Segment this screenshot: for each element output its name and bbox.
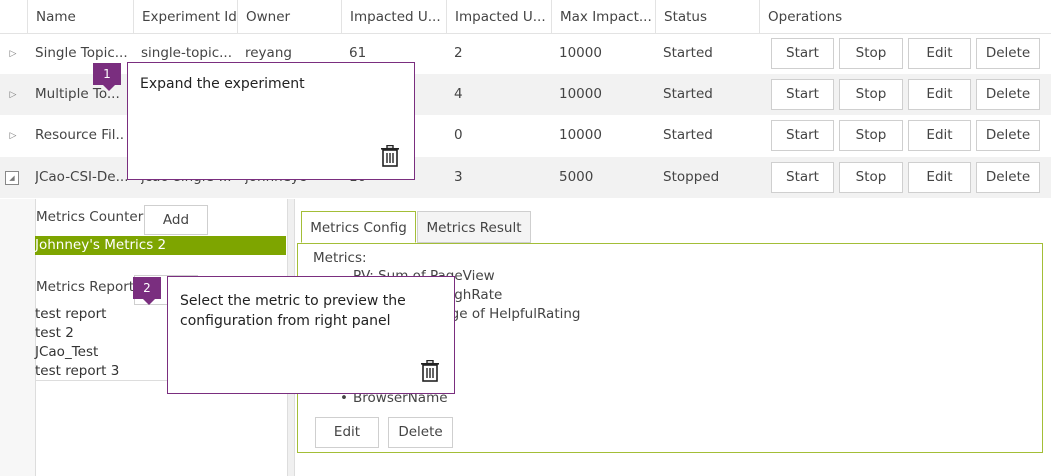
cell-impacted-users-2: 3: [454, 169, 463, 185]
start-button[interactable]: Start: [771, 162, 834, 193]
metrics-label: Metrics:: [313, 250, 367, 266]
column-header-max-impact[interactable]: Max Impact...: [551, 0, 655, 33]
delete-button[interactable]: Delete: [976, 120, 1040, 151]
stop-button[interactable]: Stop: [839, 79, 903, 110]
edit-button[interactable]: Edit: [908, 120, 971, 151]
cell-name: JCao-CSI-De...: [35, 169, 127, 185]
cell-impacted-users-2: 2: [454, 45, 463, 61]
delete-config-button[interactable]: Delete: [388, 417, 453, 448]
edit-button[interactable]: Edit: [908, 38, 971, 69]
collapse-arrow-icon[interactable]: ◢: [5, 171, 19, 185]
cell-impacted-users-2: 4: [454, 86, 463, 102]
tab-metrics-config[interactable]: Metrics Config: [301, 211, 416, 243]
selected-metric-item[interactable]: Johnney's Metrics 2: [35, 236, 286, 255]
edit-button[interactable]: Edit: [908, 162, 971, 193]
delete-button[interactable]: Delete: [976, 79, 1040, 110]
column-header-impacted-users-2[interactable]: Impacted U...: [446, 0, 551, 33]
edit-button[interactable]: Edit: [908, 79, 971, 110]
cell-status: Started: [663, 45, 713, 61]
delete-button[interactable]: Delete: [976, 162, 1040, 193]
cell-status: Started: [663, 127, 713, 143]
stop-button[interactable]: Stop: [839, 120, 903, 151]
stop-button[interactable]: Stop: [839, 38, 903, 69]
column-header-impacted-users-1[interactable]: Impacted U...: [341, 0, 446, 33]
column-header-owner[interactable]: Owner: [237, 0, 341, 33]
add-counter-button[interactable]: Add: [144, 205, 208, 235]
trash-icon[interactable]: [420, 360, 440, 382]
cell-status: Stopped: [663, 169, 720, 185]
tab-metrics-result[interactable]: Metrics Result: [417, 211, 531, 243]
expand-arrow-icon[interactable]: ▷: [8, 90, 18, 100]
metrics-counter-label: Metrics Counter:: [36, 209, 148, 225]
callout-text: Expand the experiment: [140, 76, 305, 92]
delete-button[interactable]: Delete: [976, 38, 1040, 69]
cell-max-impact: 5000: [559, 169, 594, 185]
trash-icon[interactable]: [380, 145, 400, 167]
stop-button[interactable]: Stop: [839, 162, 903, 193]
expand-arrow-icon[interactable]: ▷: [8, 49, 18, 59]
step-badge-1: 1: [93, 63, 121, 91]
metrics-report-label: Metrics Report:: [36, 279, 139, 295]
start-button[interactable]: Start: [771, 38, 834, 69]
cell-max-impact: 10000: [559, 86, 602, 102]
cell-max-impact: 10000: [559, 127, 602, 143]
column-header-status[interactable]: Status: [655, 0, 759, 33]
step-badge-2: 2: [133, 277, 161, 305]
column-header-experiment-id[interactable]: Experiment Id: [133, 0, 237, 33]
expand-arrow-icon[interactable]: ▷: [8, 131, 18, 141]
start-button[interactable]: Start: [771, 79, 834, 110]
cell-name: Resource Fil...: [35, 127, 123, 143]
annotation-callout: Expand the experiment: [127, 62, 415, 180]
cell-status: Started: [663, 86, 713, 102]
edit-config-button[interactable]: Edit: [315, 417, 379, 448]
table-header: Name Experiment Id Owner Impacted U... I…: [0, 0, 1051, 34]
cell-max-impact: 10000: [559, 45, 602, 61]
column-header-name[interactable]: Name: [27, 0, 133, 33]
start-button[interactable]: Start: [771, 120, 834, 151]
column-header-operations: Operations: [759, 0, 1051, 33]
cell-impacted-users-2: 0: [454, 127, 463, 143]
annotation-callout: Select the metric to preview the configu…: [167, 276, 455, 394]
callout-text: Select the metric to preview the configu…: [180, 293, 406, 329]
